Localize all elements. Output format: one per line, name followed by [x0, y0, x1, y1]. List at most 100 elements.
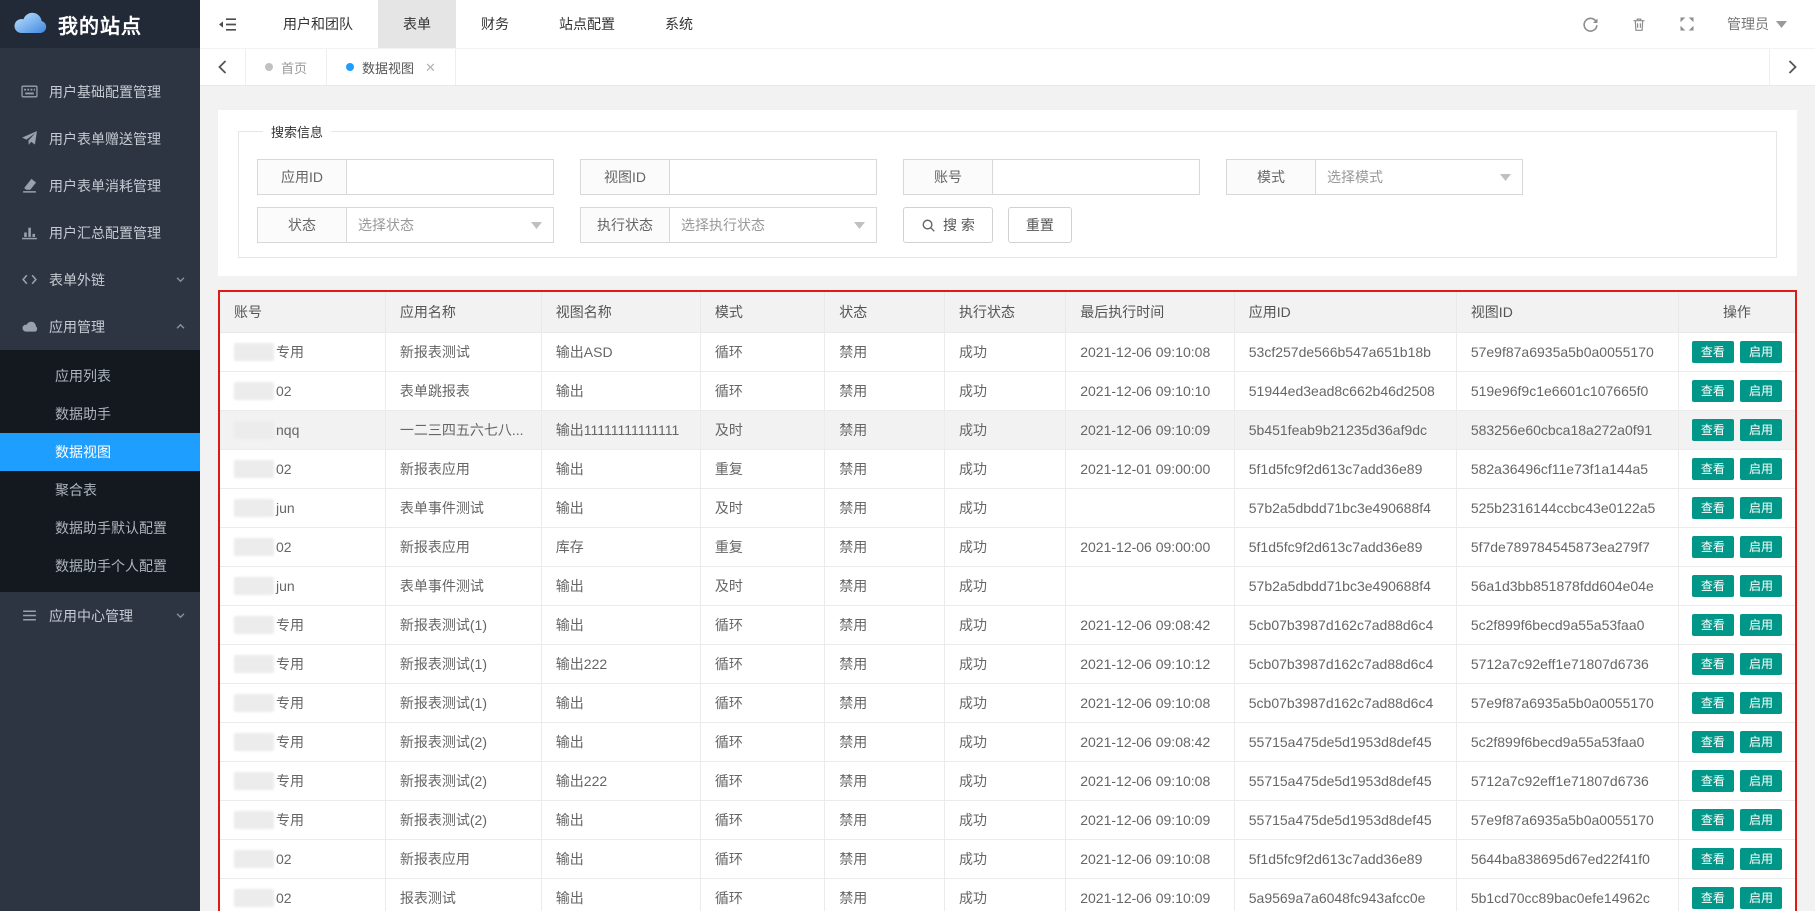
- tab-label: 首页: [281, 58, 307, 77]
- reset-button[interactable]: 重置: [1008, 207, 1072, 243]
- account-suffix: 02: [276, 890, 292, 906]
- cell-view_id: 5f7de789784545873ea279f7: [1456, 527, 1678, 566]
- sidebar-item-5[interactable]: 应用管理: [0, 303, 200, 350]
- cell-status: 禁用: [825, 566, 945, 605]
- row-action-查看-button[interactable]: 查看: [1692, 380, 1734, 402]
- cell-view: 输出: [541, 800, 700, 839]
- row-action-启用-button[interactable]: 启用: [1740, 887, 1782, 909]
- input-应用ID[interactable]: [346, 159, 554, 195]
- field-label: 视图ID: [580, 159, 670, 195]
- sidebar-subitem-聚合表[interactable]: 聚合表: [0, 471, 200, 509]
- row-action-启用-button[interactable]: 启用: [1740, 848, 1782, 870]
- cloud-logo-icon: [13, 9, 49, 39]
- row-action-启用-button[interactable]: 启用: [1740, 809, 1782, 831]
- cell-status: 禁用: [825, 800, 945, 839]
- cell-app: 新报表应用: [385, 527, 541, 566]
- account-suffix: 专用: [276, 617, 304, 633]
- account-suffix: 专用: [276, 344, 304, 360]
- top-nav-item-表单[interactable]: 表单: [378, 0, 456, 48]
- row-action-启用-button[interactable]: 启用: [1740, 692, 1782, 714]
- cell-actions: 查看启用: [1678, 488, 1795, 527]
- sidebar-item-6[interactable]: 应用中心管理: [0, 592, 200, 639]
- refresh-icon[interactable]: [1582, 16, 1599, 33]
- row-action-启用-button[interactable]: 启用: [1740, 380, 1782, 402]
- table-row: 专用新报表测试(1)输出循环禁用成功2021-12-06 09:08:425cb…: [220, 605, 1795, 644]
- sidebar-collapse-icon[interactable]: [200, 17, 254, 32]
- search-legend: 搜索信息: [263, 122, 331, 141]
- top-nav-item-站点配置[interactable]: 站点配置: [534, 0, 640, 48]
- row-action-启用-button[interactable]: 启用: [1740, 614, 1782, 636]
- row-action-查看-button[interactable]: 查看: [1692, 809, 1734, 831]
- account-suffix: jun: [276, 578, 295, 594]
- select-模式[interactable]: 选择模式: [1315, 159, 1523, 195]
- sidebar-item-3[interactable]: 用户汇总配置管理: [0, 209, 200, 256]
- cell-exec: 成功: [944, 878, 1065, 911]
- row-action-查看-button[interactable]: 查看: [1692, 887, 1734, 909]
- sidebar-item-1[interactable]: 用户表单赠送管理: [0, 115, 200, 162]
- tab-status-dot: [346, 63, 354, 71]
- site-logo[interactable]: 我的站点: [0, 0, 200, 48]
- table-row: 02新报表应用输出重复禁用成功2021-12-01 09:00:005f1d5f…: [220, 449, 1795, 488]
- row-action-启用-button[interactable]: 启用: [1740, 536, 1782, 558]
- field-label: 模式: [1226, 159, 1316, 195]
- select-状态[interactable]: 选择状态: [346, 207, 554, 243]
- table-row: jun表单事件测试输出及时禁用成功57b2a5dbdd71bc3e490688f…: [220, 566, 1795, 605]
- row-action-查看-button[interactable]: 查看: [1692, 419, 1734, 441]
- sidebar-item-0[interactable]: 用户基础配置管理: [0, 68, 200, 115]
- account-suffix: 专用: [276, 695, 304, 711]
- cell-app_id: 57b2a5dbdd71bc3e490688f4: [1234, 488, 1456, 527]
- row-action-启用-button[interactable]: 启用: [1740, 653, 1782, 675]
- input-视图ID[interactable]: [669, 159, 877, 195]
- trash-icon[interactable]: [1631, 16, 1647, 33]
- search-buttons: 搜 索重置: [903, 207, 1072, 243]
- cell-mode: 及时: [700, 410, 824, 449]
- cell-view: 输出222: [541, 761, 700, 800]
- tab-首页[interactable]: 首页: [246, 49, 327, 85]
- row-action-查看-button[interactable]: 查看: [1692, 575, 1734, 597]
- tabs-scroll-left-icon[interactable]: [200, 49, 246, 85]
- sidebar-subitem-应用列表[interactable]: 应用列表: [0, 357, 200, 395]
- user-menu[interactable]: 管理员: [1727, 14, 1787, 34]
- row-action-查看-button[interactable]: 查看: [1692, 341, 1734, 363]
- tabs-scroll-right-icon[interactable]: [1769, 49, 1815, 85]
- sidebar-subitem-数据助手[interactable]: 数据助手: [0, 395, 200, 433]
- row-action-启用-button[interactable]: 启用: [1740, 497, 1782, 519]
- row-action-查看-button[interactable]: 查看: [1692, 770, 1734, 792]
- row-action-查看-button[interactable]: 查看: [1692, 536, 1734, 558]
- cell-app_id: 55715a475de5d1953d8def45: [1234, 800, 1456, 839]
- sidebar-subitem-数据助手个人配置[interactable]: 数据助手个人配置: [0, 547, 200, 585]
- row-action-查看-button[interactable]: 查看: [1692, 653, 1734, 675]
- top-nav-item-用户和团队[interactable]: 用户和团队: [258, 0, 378, 48]
- row-action-启用-button[interactable]: 启用: [1740, 341, 1782, 363]
- row-action-查看-button[interactable]: 查看: [1692, 497, 1734, 519]
- table-row: 02表单跳报表输出循环禁用成功2021-12-06 09:10:1051944e…: [220, 371, 1795, 410]
- top-nav-item-系统[interactable]: 系统: [640, 0, 718, 48]
- sidebar-item-2[interactable]: 用户表单消耗管理: [0, 162, 200, 209]
- top-nav-item-财务[interactable]: 财务: [456, 0, 534, 48]
- row-action-查看-button[interactable]: 查看: [1692, 692, 1734, 714]
- sidebar-subitem-数据视图[interactable]: 数据视图: [0, 433, 200, 471]
- sidebar-item-4[interactable]: 表单外链: [0, 256, 200, 303]
- search-button[interactable]: 搜 索: [903, 207, 993, 243]
- row-action-启用-button[interactable]: 启用: [1740, 770, 1782, 792]
- row-action-查看-button[interactable]: 查看: [1692, 848, 1734, 870]
- tab-数据视图[interactable]: 数据视图✕: [327, 49, 456, 85]
- input-账号[interactable]: [992, 159, 1200, 195]
- row-action-查看-button[interactable]: 查看: [1692, 731, 1734, 753]
- row-action-查看-button[interactable]: 查看: [1692, 458, 1734, 480]
- row-action-启用-button[interactable]: 启用: [1740, 731, 1782, 753]
- sidebar-subitem-数据助手默认配置[interactable]: 数据助手默认配置: [0, 509, 200, 547]
- cell-mode: 循环: [700, 371, 824, 410]
- select-执行状态[interactable]: 选择执行状态: [669, 207, 877, 243]
- row-action-启用-button[interactable]: 启用: [1740, 575, 1782, 597]
- chart-icon: [21, 224, 38, 241]
- close-icon[interactable]: ✕: [425, 61, 436, 74]
- row-action-启用-button[interactable]: 启用: [1740, 458, 1782, 480]
- cell-last_time: [1066, 488, 1235, 527]
- fullscreen-icon[interactable]: [1679, 16, 1695, 32]
- field-group-应用ID: 应用ID: [257, 159, 554, 195]
- cell-view_id: 57e9f87a6935a5b0a0055170: [1456, 332, 1678, 371]
- row-action-启用-button[interactable]: 启用: [1740, 419, 1782, 441]
- row-action-查看-button[interactable]: 查看: [1692, 614, 1734, 636]
- tabbar: 首页 数据视图✕: [200, 48, 1815, 86]
